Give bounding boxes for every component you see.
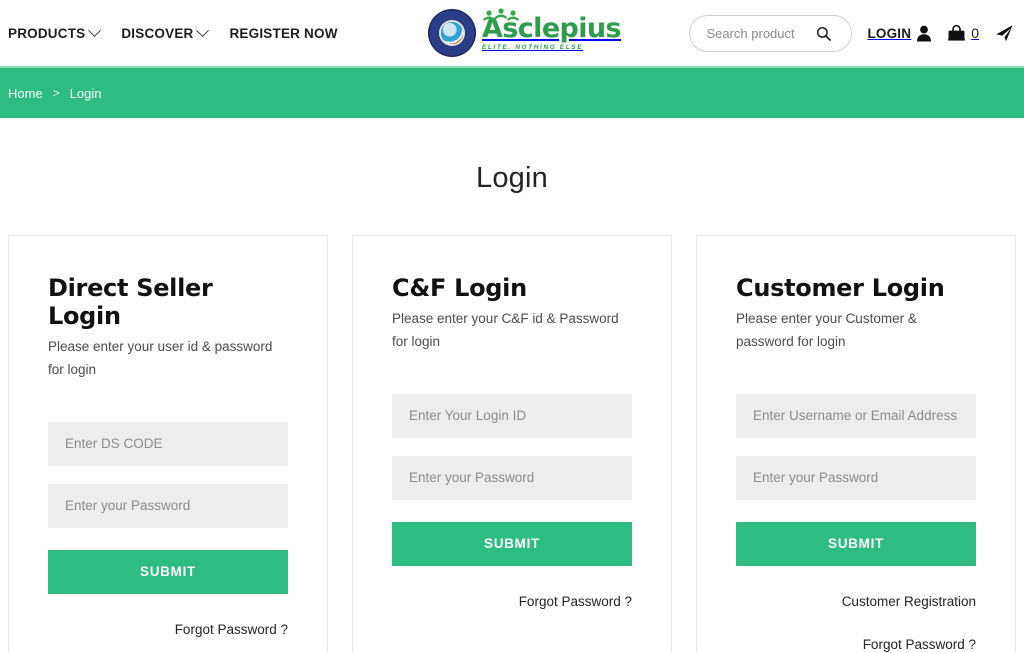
chevron-down-icon [196,23,210,37]
customer-login-title: Customer Login [736,274,945,302]
brand-tagline: ELITE. NOTHING ELSE [482,43,584,51]
customer-forgot-password-link[interactable]: Forgot Password ? [863,637,976,652]
paper-plane-button[interactable] [994,23,1014,43]
ds-password-input[interactable] [48,483,288,528]
nav-item-products[interactable]: PRODUCTS [8,23,102,41]
cf-login-subtitle: Please enter your C&F id & Password for … [392,311,619,349]
login-button[interactable]: LOGIN [867,25,932,42]
nav-item-discover-label: DISCOVER [121,25,194,41]
customer-submit-button[interactable]: SUBMIT [736,521,976,566]
nav-item-register-now[interactable]: REGISTER NOW [229,26,337,41]
search-box[interactable] [689,14,853,52]
customer-login-links: Customer Registration Forgot Password ? [736,594,976,652]
nav-item-discover[interactable]: DISCOVER [121,23,210,41]
people-icon [483,8,519,21]
breadcrumb: Home > Login [0,66,1024,118]
ds-submit-button[interactable]: SUBMIT [48,549,288,594]
direct-seller-login-subtitle: Please enter your user id & password for… [48,339,273,377]
search-input[interactable] [704,24,817,42]
nav-item-register-now-label: REGISTER NOW [229,25,338,41]
chevron-down-icon [88,23,102,37]
site-header: PRODUCTS DISCOVER REGISTER NOW Asclepius… [0,0,1024,66]
user-icon [917,25,932,41]
direct-seller-login-links: Forgot Password ? [48,622,288,637]
cf-login-id-input[interactable] [392,393,632,438]
header-actions: LOGIN 0 [689,0,1014,66]
direct-seller-login-title: Direct Seller Login [48,274,213,330]
login-cards: Direct Seller Login Please enter your us… [0,235,1024,653]
direct-seller-login-card: Direct Seller Login Please enter your us… [8,235,328,653]
cart-button[interactable]: 0 [947,24,979,42]
cf-submit-button[interactable]: SUBMIT [392,521,632,566]
cf-forgot-password-link[interactable]: Forgot Password ? [519,594,632,609]
shopping-bag-icon [948,24,966,41]
asclepius-seal-icon [428,9,476,57]
primary-nav: PRODUCTS DISCOVER REGISTER NOW [8,23,338,41]
ds-forgot-password-link[interactable]: Forgot Password ? [175,622,288,637]
login-button-label: LOGIN [867,25,912,41]
brand-logo[interactable]: Asclepius ELITE. NOTHING ELSE [428,6,622,60]
cf-login-title: C&F Login [392,274,527,302]
breadcrumb-home[interactable]: Home [8,86,43,101]
search-icon[interactable] [816,26,832,41]
cf-login-links: Forgot Password ? [392,594,632,609]
customer-password-input[interactable] [736,455,976,500]
page-title: Login [476,162,548,194]
cf-login-card: C&F Login Please enter your C&F id & Pas… [352,235,672,653]
customer-login-card: Customer Login Please enter your Custome… [696,235,1016,653]
brand-wordmark: Asclepius ELITE. NOTHING ELSE [482,8,622,52]
customer-login-subtitle: Please enter your Customer & password fo… [736,311,917,349]
breadcrumb-current: Login [69,85,102,101]
paper-plane-icon [996,25,1013,42]
nav-item-products-label: PRODUCTS [8,25,86,41]
cf-password-input[interactable] [392,455,632,500]
customer-registration-link[interactable]: Customer Registration [842,594,976,609]
breadcrumb-separator: > [52,86,60,100]
ds-code-input[interactable] [48,421,288,466]
customer-username-input[interactable] [736,393,976,438]
cart-count: 0 [971,25,979,41]
